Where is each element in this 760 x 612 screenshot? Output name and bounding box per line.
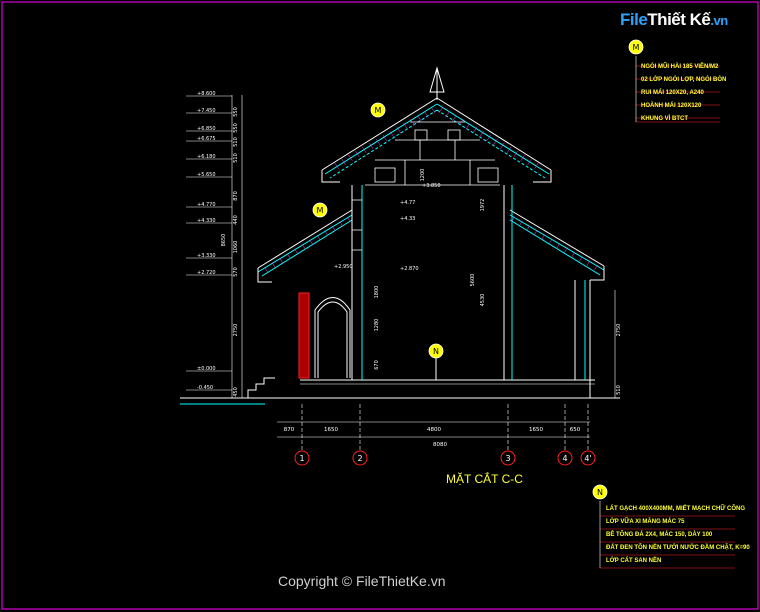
svg-text:N: N xyxy=(597,488,603,497)
right-dim-label: 510 xyxy=(616,385,622,395)
dim-bottom-label: 1650 xyxy=(529,427,543,433)
axis-label: 2 xyxy=(357,454,362,463)
dim-bottom-label: 650 xyxy=(570,427,581,433)
marker-m-top: M xyxy=(628,39,644,55)
columns xyxy=(298,185,591,398)
axis-label: 4' xyxy=(584,454,591,463)
brand-part-thietke: Thiết Kế xyxy=(647,10,711,29)
legend-note-line: KHUNG VÌ BTCT xyxy=(641,116,688,122)
legend-m-notes: NGÓI MŨI HÀI 185 VIÊN/M2 02 LỚP NGÓI LỢP,… xyxy=(641,61,726,126)
axis-bubble: 2 xyxy=(352,450,368,466)
legend-note-line: LỚP VỮA XI MĂNG MÁC 75 xyxy=(606,519,685,525)
left-dim-label: 870 xyxy=(233,191,239,201)
inner-dim-label: 5600 xyxy=(470,274,476,287)
inner-level-label: +2.870 xyxy=(400,266,419,272)
svg-text:M: M xyxy=(633,43,640,52)
section-title: MẶT CẮT C-C xyxy=(446,472,523,486)
left-dim-label: 510 xyxy=(233,137,239,147)
left-dim-label: 1060 xyxy=(233,241,239,254)
roof-tile-hatch xyxy=(264,107,598,273)
inner-level-label: +4.33 xyxy=(400,216,415,222)
roof-lower xyxy=(257,209,605,283)
axis-label: 1 xyxy=(299,454,304,463)
brand-logo: FileThiết Kế.vn xyxy=(620,10,728,30)
axis-bubbles: 1 2 3 4 4' xyxy=(294,450,596,466)
legend-n-notes: LÁT GẠCH 400X400MM, MIẾT MẠCH CHỮ CÔNG LỚ… xyxy=(606,503,750,568)
legend-note-line: NGÓI MŨI HÀI 185 VIÊN/M2 xyxy=(641,64,719,70)
legend-note-line: 02 LỚP NGÓI LỢP, NGÓI BÒN xyxy=(641,77,727,83)
ground xyxy=(180,377,620,405)
dim-total-label: 8080 xyxy=(433,442,447,448)
left-dim-label: 570 xyxy=(233,267,239,277)
inner-level-label: +3.850 xyxy=(422,183,441,189)
dim-bottom-label: 4800 xyxy=(427,427,441,433)
legend-note-line: RUI MÁI 120X20, A240 xyxy=(641,90,704,96)
axis-bubble: 4 xyxy=(557,450,573,466)
inner-dim-label: 4530 xyxy=(480,294,486,307)
axis-bubble: 3 xyxy=(500,450,516,466)
marker-m-roof: M xyxy=(370,102,386,118)
inner-dim-label: 1200 xyxy=(420,169,426,182)
legend-note-line: ĐẤT ĐEN TÔN NỀN TƯỚI NƯỚC ĐẦM CHẶT, K=90 xyxy=(606,545,750,551)
legend-note-line: HOÀNH MÁI 120X120 xyxy=(641,103,702,109)
inner-dim-label: 1280 xyxy=(374,319,380,332)
roof-main xyxy=(321,66,552,183)
inner-dim-label: 1972 xyxy=(480,199,486,212)
left-dim-label: 550 xyxy=(233,107,239,117)
legend-note-line: LỚP CÁT SAN NỀN xyxy=(606,558,662,564)
copyright-text: Copyright © FileThietKe.vn xyxy=(278,573,446,589)
inner-level-label: +4.77 xyxy=(400,200,415,206)
inner-dim-label: 670 xyxy=(374,360,380,370)
left-dim-label: 450 xyxy=(233,387,239,397)
brand-part-vn: .vn xyxy=(710,13,728,28)
left-dim-label: 440 xyxy=(233,215,239,225)
legend-note-line: BÊ TÔNG ĐÁ 2X4, MÁC 150, DÀY 100 xyxy=(606,532,713,538)
left-dim-label: 510 xyxy=(233,153,239,163)
dimension-labels: 870 1650 4800 1650 650 8080 xyxy=(284,427,581,448)
marker-n-legend: N xyxy=(592,484,608,500)
left-dim-label: 550 xyxy=(233,123,239,133)
right-dim-label: 2750 xyxy=(616,324,622,337)
left-dim-label: 2750 xyxy=(233,324,239,337)
inner-dim-label: 1800 xyxy=(374,286,380,299)
svg-text:N: N xyxy=(433,347,439,356)
svg-text:M: M xyxy=(317,206,324,215)
axis-label: 3 xyxy=(505,454,510,463)
dim-bottom-label: 1650 xyxy=(324,427,338,433)
axis-bubble: 4' xyxy=(580,450,596,466)
svg-text:M: M xyxy=(375,106,382,115)
left-dim-label: 8650 xyxy=(221,234,227,247)
dim-bottom-label: 870 xyxy=(284,427,295,433)
marker-m-lower: M xyxy=(312,202,328,218)
legend-note-line: LÁT GẠCH 400X400MM, MIẾT MẠCH CHỮ CÔNG xyxy=(606,506,745,512)
axis-bubble: 1 xyxy=(294,450,310,466)
inner-level-label: +2.950 xyxy=(334,264,353,270)
axis-label: 4 xyxy=(562,454,567,463)
marker-n-floor: N xyxy=(428,343,444,359)
brand-part-file: File xyxy=(620,10,648,29)
